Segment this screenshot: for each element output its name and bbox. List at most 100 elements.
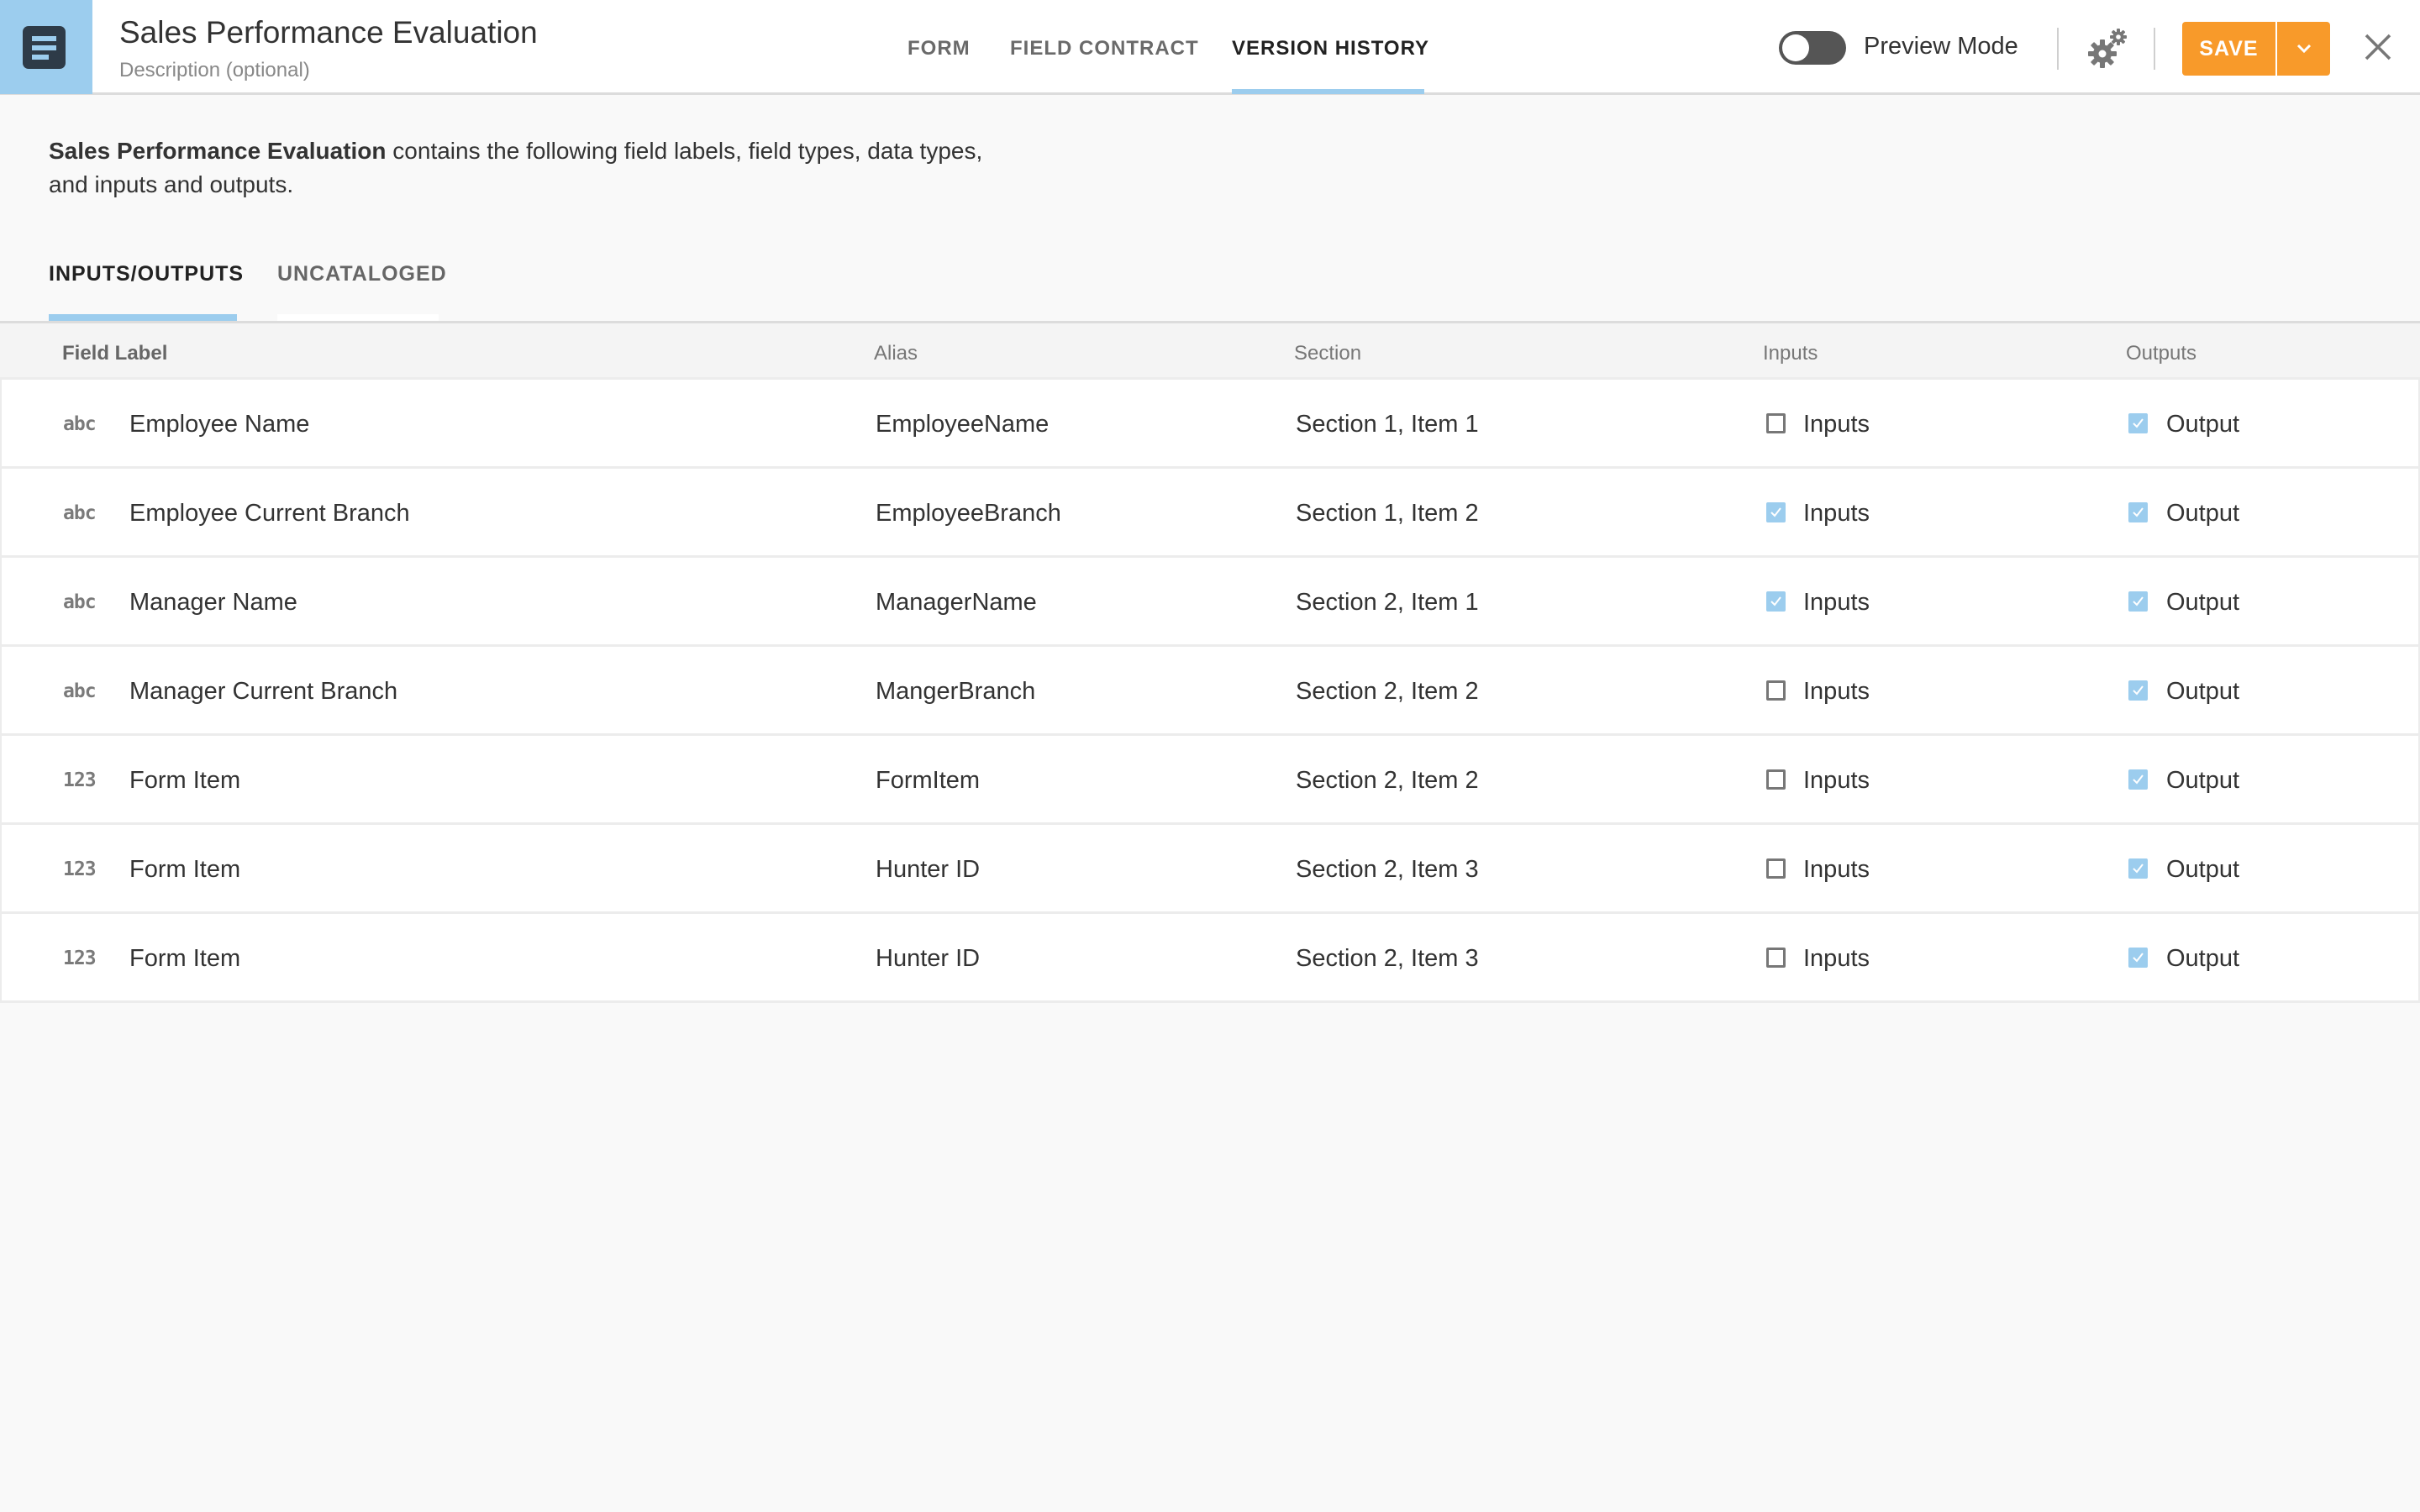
column-header-field-label[interactable]: Field Label xyxy=(62,342,167,365)
output-checkbox-label[interactable]: Output xyxy=(2166,411,2239,438)
output-checkbox[interactable] xyxy=(2128,413,2148,433)
checkmark-icon xyxy=(2133,864,2144,874)
checkmark-icon xyxy=(2133,774,2144,785)
contract-summary: Sales Performance Evaluation contains th… xyxy=(49,134,1023,202)
output-checkbox-label[interactable]: Output xyxy=(2166,945,2239,973)
output-checkbox[interactable] xyxy=(2128,948,2148,968)
table-row: 123 Form Item FormItem Section 2, Item 2… xyxy=(0,736,2420,825)
subtab-indicator xyxy=(277,314,439,321)
output-checkbox[interactable] xyxy=(2128,680,2148,701)
summary-form-name: Sales Performance Evaluation xyxy=(49,138,387,164)
checkmark-icon xyxy=(1770,507,1781,517)
inputs-checkbox-label[interactable]: Inputs xyxy=(1803,500,1870,528)
output-checkbox-label[interactable]: Output xyxy=(2166,678,2239,706)
output-checkbox-label[interactable]: Output xyxy=(2166,500,2239,528)
output-checkbox-label[interactable]: Output xyxy=(2166,856,2239,884)
field-label: Form Item xyxy=(129,767,241,794)
field-type-icon: 123 xyxy=(63,858,97,880)
divider xyxy=(2057,28,2059,70)
output-checkbox[interactable] xyxy=(2128,502,2148,522)
field-label: Manager Name xyxy=(129,589,297,616)
table-row: 123 Form Item Hunter ID Section 2, Item … xyxy=(0,914,2420,1003)
field-alias: Hunter ID xyxy=(876,945,981,972)
tab-form[interactable]: FORM xyxy=(908,37,971,60)
output-checkbox[interactable] xyxy=(2128,769,2148,790)
column-header-alias[interactable]: Alias xyxy=(874,342,918,365)
table-row: 123 Form Item Hunter ID Section 2, Item … xyxy=(0,825,2420,914)
preview-mode-label: Preview Mode xyxy=(1864,33,2018,60)
field-type-icon: abc xyxy=(63,591,97,613)
tab-version-history[interactable]: VERSION HISTORY xyxy=(1232,37,1429,60)
field-section: Section 1, Item 2 xyxy=(1296,500,1479,527)
subtab-uncataloged[interactable]: UNCATALOGED xyxy=(277,262,447,286)
table-header: Field Label Alias Section Inputs Outputs xyxy=(0,323,2420,380)
field-alias: EmployeeName xyxy=(876,411,1050,438)
toggle-knob xyxy=(1782,34,1809,61)
inputs-checkbox[interactable] xyxy=(1766,858,1786,879)
form-title[interactable]: Sales Performance Evaluation xyxy=(119,15,538,50)
checkmark-icon xyxy=(2133,953,2144,963)
field-section: Section 2, Item 3 xyxy=(1296,945,1479,972)
inputs-checkbox[interactable] xyxy=(1766,591,1786,612)
inputs-checkbox-label[interactable]: Inputs xyxy=(1803,767,1870,795)
divider xyxy=(2154,28,2155,70)
field-type-icon: abc xyxy=(63,680,97,702)
field-alias: Hunter ID xyxy=(876,856,981,883)
inputs-checkbox-label[interactable]: Inputs xyxy=(1803,856,1870,884)
app-header: Sales Performance Evaluation Description… xyxy=(0,0,2420,95)
field-type-icon: 123 xyxy=(63,948,97,969)
inputs-checkbox[interactable] xyxy=(1766,502,1786,522)
output-checkbox-label[interactable]: Output xyxy=(2166,589,2239,617)
field-type-icon: abc xyxy=(63,413,97,435)
active-tab-indicator xyxy=(1232,89,1424,94)
field-label: Form Item xyxy=(129,945,241,972)
tab-field-contract[interactable]: FIELD CONTRACT xyxy=(1010,37,1199,60)
subtab-inputs-outputs[interactable]: INPUTS/OUTPUTS xyxy=(49,262,244,286)
inputs-checkbox-label[interactable]: Inputs xyxy=(1803,589,1870,617)
table-body: abc Employee Name EmployeeName Section 1… xyxy=(0,380,2420,1003)
column-header-outputs[interactable]: Outputs xyxy=(2126,342,2196,365)
save-options-dropdown[interactable] xyxy=(2277,22,2330,76)
logo-tile xyxy=(0,0,92,94)
close-icon[interactable] xyxy=(2363,32,2393,62)
table-row: abc Employee Name EmployeeName Section 1… xyxy=(0,380,2420,469)
field-section: Section 2, Item 1 xyxy=(1296,589,1479,616)
inputs-checkbox[interactable] xyxy=(1766,680,1786,701)
field-section: Section 2, Item 3 xyxy=(1296,856,1479,883)
active-subtab-indicator xyxy=(49,314,237,321)
field-label: Manager Current Branch xyxy=(129,678,398,705)
checkmark-icon xyxy=(2133,507,2144,517)
field-alias: MangerBranch xyxy=(876,678,1036,705)
field-section: Section 2, Item 2 xyxy=(1296,767,1479,794)
checkmark-icon xyxy=(1770,596,1781,606)
chevron-down-icon xyxy=(2296,44,2311,54)
output-checkbox[interactable] xyxy=(2128,858,2148,879)
column-header-section[interactable]: Section xyxy=(1294,342,1361,365)
gears-icon[interactable] xyxy=(2086,27,2130,71)
inputs-checkbox-label[interactable]: Inputs xyxy=(1803,678,1870,706)
checkmark-icon xyxy=(2133,596,2144,606)
field-section: Section 1, Item 1 xyxy=(1296,411,1479,438)
column-header-inputs[interactable]: Inputs xyxy=(1763,342,1818,365)
output-checkbox[interactable] xyxy=(2128,591,2148,612)
inputs-checkbox[interactable] xyxy=(1766,948,1786,968)
description-field[interactable]: Description (optional) xyxy=(119,59,310,82)
table-row: abc Employee Current Branch EmployeeBran… xyxy=(0,469,2420,558)
field-type-icon: abc xyxy=(63,502,97,524)
field-label: Employee Current Branch xyxy=(129,500,410,527)
inputs-outputs-table: Field Label Alias Section Inputs Outputs… xyxy=(0,321,2420,1003)
save-button[interactable]: SAVE xyxy=(2182,22,2275,76)
field-alias: EmployeeBranch xyxy=(876,500,1061,527)
checkmark-icon xyxy=(2133,418,2144,428)
inputs-checkbox[interactable] xyxy=(1766,769,1786,790)
inputs-checkbox[interactable] xyxy=(1766,413,1786,433)
field-label: Employee Name xyxy=(129,411,310,438)
inputs-checkbox-label[interactable]: Inputs xyxy=(1803,411,1870,438)
field-type-icon: 123 xyxy=(63,769,97,791)
checkmark-icon xyxy=(2133,685,2144,696)
table-row: abc Manager Current Branch MangerBranch … xyxy=(0,647,2420,736)
field-alias: ManagerName xyxy=(876,589,1037,616)
preview-mode-toggle[interactable] xyxy=(1779,31,1846,65)
inputs-checkbox-label[interactable]: Inputs xyxy=(1803,945,1870,973)
output-checkbox-label[interactable]: Output xyxy=(2166,767,2239,795)
